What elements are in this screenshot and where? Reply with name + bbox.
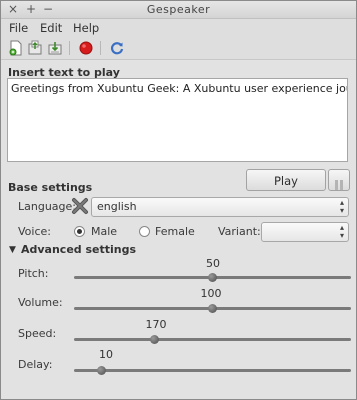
save-file-icon[interactable] [47, 40, 63, 56]
language-select[interactable]: english ▴ ▾ [91, 197, 349, 217]
variant-label: Variant: [218, 225, 261, 238]
language-value: english [97, 200, 137, 213]
speed-label: Speed: [18, 327, 57, 340]
menu-bar: File Edit Help [1, 19, 356, 37]
delay-label: Delay: [18, 358, 53, 371]
toolbar-separator [69, 41, 70, 55]
pitch-value: 50 [206, 257, 220, 270]
speed-slider[interactable] [74, 338, 351, 341]
combo-arrows-icon: ▴ ▾ [339, 198, 344, 215]
pause-icon [334, 175, 344, 190]
pause-button[interactable] [328, 169, 350, 191]
new-document-icon[interactable] [8, 40, 24, 56]
refresh-icon[interactable] [109, 40, 125, 56]
base-settings-heading: Base settings [8, 181, 93, 194]
delay-value: 10 [99, 348, 113, 361]
voice-label: Voice: [18, 225, 51, 238]
menu-help[interactable]: Help [73, 21, 99, 35]
expander-arrow-icon[interactable]: ▼ [9, 245, 16, 255]
volume-value: 100 [200, 287, 222, 300]
gespeaker-window: × + − Gespeaker File Edit Help Insert te… [0, 0, 357, 400]
voice-male-label[interactable]: Male [91, 225, 117, 238]
text-to-play-input[interactable]: Greetings from Xubuntu Geek: A Xubuntu u… [7, 78, 348, 162]
record-icon[interactable] [78, 40, 94, 56]
voice-female-radio[interactable] [139, 226, 150, 237]
pitch-slider-handle[interactable] [208, 273, 217, 282]
toolbar-separator [100, 41, 101, 55]
volume-slider-handle[interactable] [208, 304, 217, 313]
toolbar [1, 37, 356, 60]
voice-male-radio[interactable] [74, 226, 85, 237]
menu-file[interactable]: File [9, 21, 28, 35]
speed-slider-handle[interactable] [149, 335, 159, 344]
delay-slider[interactable] [74, 369, 351, 372]
combo-arrows-icon: ▴ ▾ [339, 223, 344, 240]
language-label: Language: [18, 200, 76, 213]
title-bar: × + − Gespeaker [1, 1, 356, 19]
variant-select[interactable]: ▴ ▾ [261, 222, 349, 242]
advanced-settings-heading[interactable]: Advanced settings [21, 243, 136, 256]
open-file-icon[interactable] [27, 40, 43, 56]
voice-female-label[interactable]: Female [155, 225, 195, 238]
play-button[interactable]: Play [246, 169, 326, 191]
volume-label: Volume: [18, 296, 63, 309]
speed-value: 170 [145, 318, 167, 331]
language-flag-icon [71, 197, 89, 215]
window-title: Gespeaker [146, 3, 211, 16]
menu-edit[interactable]: Edit [40, 21, 62, 35]
pitch-label: Pitch: [18, 267, 49, 280]
